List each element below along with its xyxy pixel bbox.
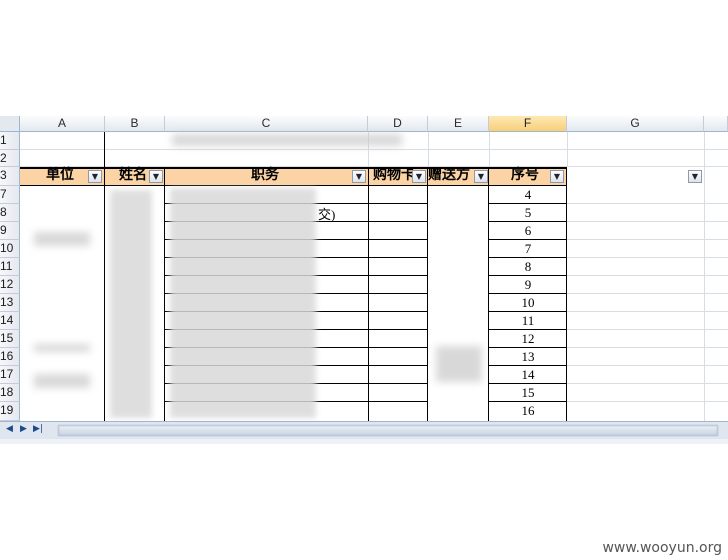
header-position: 职务 bbox=[165, 167, 368, 185]
table-border bbox=[20, 185, 567, 186]
gridline bbox=[567, 132, 568, 167]
filter-dropdown-purchase[interactable]: ▼ bbox=[412, 170, 426, 183]
row-border bbox=[489, 347, 567, 348]
redacted-names bbox=[110, 190, 152, 418]
row-header-9[interactable]: 9 bbox=[0, 222, 20, 240]
redacted-gift bbox=[436, 346, 482, 382]
gridline bbox=[704, 132, 705, 421]
cell-c8-fragment: 交) bbox=[318, 207, 336, 222]
row-header-8[interactable]: 8 bbox=[0, 204, 20, 222]
next-sheet-button[interactable]: ▶ bbox=[20, 424, 27, 434]
filter-dropdown-g[interactable]: ▼ bbox=[688, 170, 702, 183]
row-border bbox=[489, 329, 567, 330]
column-header-d[interactable]: D bbox=[368, 116, 428, 132]
row-header-19[interactable]: 19 bbox=[0, 402, 20, 421]
row-header-14[interactable]: 14 bbox=[0, 312, 20, 330]
seq-cell: 12 bbox=[521, 331, 535, 346]
seq-cell: 4 bbox=[524, 187, 532, 202]
row-border bbox=[489, 221, 567, 222]
filter-dropdown-seq[interactable]: ▼ bbox=[550, 170, 564, 183]
title-redacted bbox=[172, 134, 402, 146]
row-border bbox=[489, 275, 567, 276]
filter-dropdown-position[interactable]: ▼ bbox=[352, 170, 366, 183]
row-header-12[interactable]: 12 bbox=[0, 276, 20, 294]
seq-cell: 15 bbox=[521, 385, 535, 400]
status-bar bbox=[0, 439, 728, 444]
row-border bbox=[489, 293, 567, 294]
row-header-7[interactable]: 7 bbox=[0, 186, 20, 204]
seq-cell: 13 bbox=[521, 349, 535, 364]
horizontal-scrollbar[interactable] bbox=[58, 425, 718, 436]
filter-dropdown-unit[interactable]: ▼ bbox=[88, 170, 102, 183]
redacted-unit bbox=[34, 344, 90, 352]
seq-cell: 5 bbox=[524, 205, 532, 220]
spreadsheet-grid[interactable]: A B C D E F G 1 2 3 7 8 9 10 11 12 13 14… bbox=[0, 116, 728, 421]
row-border bbox=[489, 365, 567, 366]
row-border bbox=[489, 311, 567, 312]
seq-cell: 16 bbox=[521, 403, 535, 418]
row-header-3[interactable]: 3 bbox=[0, 167, 20, 186]
row-header-2[interactable]: 2 bbox=[0, 150, 20, 167]
row-header-13[interactable]: 13 bbox=[0, 294, 20, 312]
row-header-10[interactable]: 10 bbox=[0, 240, 20, 258]
redacted-unit bbox=[34, 232, 90, 246]
row-border bbox=[489, 239, 567, 240]
column-header-f[interactable]: F bbox=[489, 116, 567, 132]
row-header-16[interactable]: 16 bbox=[0, 348, 20, 366]
gridline bbox=[428, 132, 429, 167]
column-header-a[interactable]: A bbox=[20, 116, 105, 132]
seq-cell: 11 bbox=[521, 313, 535, 328]
seq-cell: 7 bbox=[524, 241, 532, 256]
table-border bbox=[104, 132, 105, 421]
first-sheet-button[interactable]: ◀ bbox=[6, 424, 13, 434]
seq-cell: 10 bbox=[521, 295, 535, 310]
seq-cell: 9 bbox=[524, 277, 532, 292]
gridline bbox=[489, 132, 490, 167]
redacted-unit bbox=[34, 374, 90, 388]
watermark: www.wooyun.org bbox=[602, 540, 722, 556]
row-header-11[interactable]: 11 bbox=[0, 258, 20, 276]
row-header-1[interactable]: 1 bbox=[0, 132, 20, 150]
row-header-18[interactable]: 18 bbox=[0, 384, 20, 402]
row-header-15[interactable]: 15 bbox=[0, 330, 20, 348]
seq-cell: 8 bbox=[524, 259, 532, 274]
table-border-top bbox=[20, 167, 567, 169]
row-border bbox=[489, 383, 567, 384]
row-header-17[interactable]: 17 bbox=[0, 366, 20, 384]
select-all-corner[interactable] bbox=[0, 116, 20, 132]
redacted-positions bbox=[170, 188, 316, 418]
row-border bbox=[489, 257, 567, 258]
column-header-e[interactable]: E bbox=[428, 116, 489, 132]
sheet-tab-bar: ◀ ▶ ▶| bbox=[0, 421, 728, 439]
column-header-h[interactable] bbox=[704, 116, 728, 132]
filter-dropdown-name[interactable]: ▼ bbox=[149, 170, 163, 183]
column-header-g[interactable]: G bbox=[567, 116, 704, 132]
row-border bbox=[489, 203, 567, 204]
last-sheet-button[interactable]: ▶| bbox=[33, 424, 43, 434]
column-header-b[interactable]: B bbox=[105, 116, 165, 132]
row-border bbox=[489, 401, 567, 402]
gridline bbox=[20, 149, 728, 150]
column-header-c[interactable]: C bbox=[165, 116, 368, 132]
seq-cell: 14 bbox=[521, 367, 535, 382]
filter-dropdown-gift[interactable]: ▼ bbox=[474, 170, 488, 183]
seq-cell: 6 bbox=[524, 223, 532, 238]
